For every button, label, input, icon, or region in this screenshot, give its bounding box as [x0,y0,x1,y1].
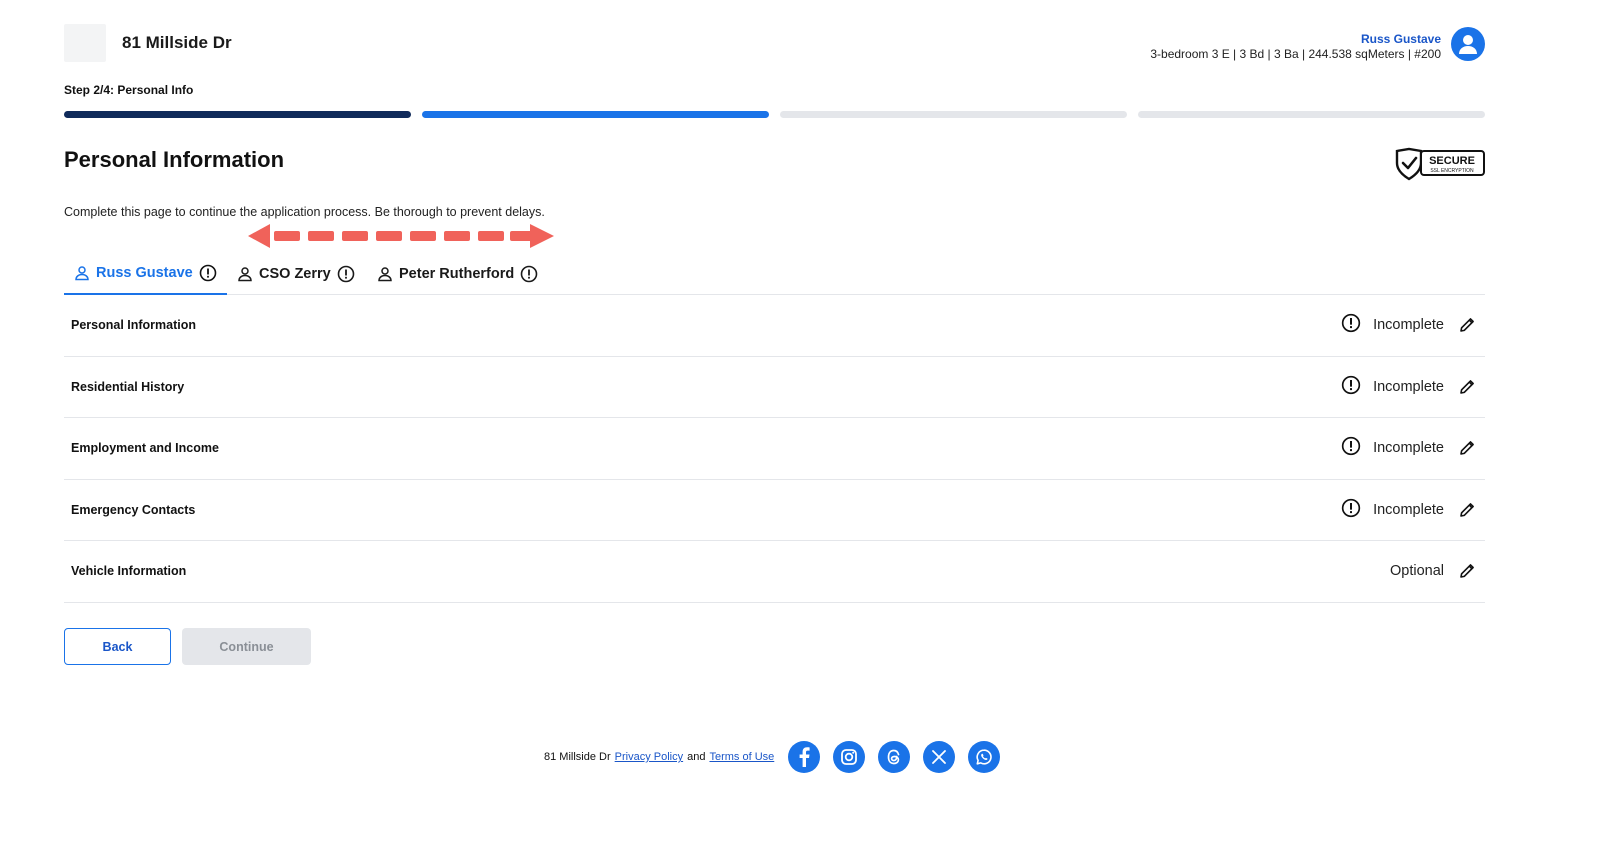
privacy-policy-link[interactable]: Privacy Policy [615,751,683,763]
warning-icon [199,264,217,282]
social-links [788,741,1001,773]
section-row-emergency-contacts[interactable]: Emergency Contacts Incomplete [64,480,1485,541]
person-icon [74,265,90,281]
warning-icon [1341,375,1361,399]
section-title: Personal Information [71,318,197,333]
edit-pencil-icon[interactable] [1456,314,1478,336]
applicant-tabs: Russ Gustave CSO Zerry Peter Rutherford [64,252,1485,295]
footer-property-name: 81 Millside Dr [544,751,611,763]
section-row-vehicle-information[interactable]: Vehicle Information Optional [64,541,1485,603]
unit-details: 3-bedroom 3 E | 3 Bd | 3 Ba | 244.538 sq… [1150,47,1441,61]
status-text: Incomplete [1373,378,1444,395]
threads-icon[interactable] [878,741,911,773]
section-list: Personal Information Incomplete Resident… [64,295,1485,603]
warning-icon [337,265,355,283]
warning-icon [520,265,538,283]
terms-of-use-link[interactable]: Terms of Use [709,751,774,763]
status-badge: Incomplete [1341,375,1444,399]
tab-cso-zerry[interactable]: CSO Zerry [227,252,365,295]
edit-pencil-icon[interactable] [1456,376,1478,398]
page-title: Personal Information [64,147,285,172]
section-row-employment-and-income[interactable]: Employment and Income Incomplete [64,418,1485,480]
tab-peter-rutherford[interactable]: Peter Rutherford [367,252,548,295]
footer-and-text: and [687,751,706,763]
step-label: Step 2/4: Personal Info [64,83,194,97]
step-progress-bar [64,111,1485,118]
edit-pencil-icon[interactable] [1456,437,1478,459]
warning-icon [1341,313,1361,337]
status-text: Optional [1389,563,1444,580]
page-subtitle: Complete this page to continue the appli… [64,205,545,219]
tab-label: Russ Gustave [96,264,193,281]
section-row-personal-information[interactable]: Personal Information Incomplete [64,295,1485,357]
warning-icon [1341,436,1361,460]
section-title: Vehicle Information [71,564,187,579]
section-title: Residential History [71,379,185,394]
status-badge: Incomplete [1341,313,1444,337]
secure-badge-subtext: SSL ENCRYPTION [1430,168,1474,174]
warning-icon [1341,498,1361,522]
scroll-hint-arrow [248,224,554,248]
continue-button[interactable]: Continue [182,628,311,665]
edit-pencil-icon[interactable] [1456,499,1478,521]
footer: 81 Millside Dr Privacy Policy and Terms … [544,741,1001,773]
section-row-residential-history[interactable]: Residential History Incomplete [64,357,1485,418]
back-button[interactable]: Back [64,628,171,665]
tab-label: CSO Zerry [259,265,331,282]
secure-badge-text: SECURE [1429,155,1475,167]
status-badge: Optional [1390,563,1444,579]
status-text: Incomplete [1373,501,1444,518]
tab-label: Peter Rutherford [399,265,515,282]
status-text: Incomplete [1373,317,1444,334]
tab-russ-gustave[interactable]: Russ Gustave [64,252,227,295]
user-name[interactable]: Russ Gustave [1150,32,1441,47]
section-title: Employment and Income [71,441,219,456]
facebook-icon[interactable] [788,741,821,773]
person-icon [377,266,393,282]
property-logo [64,24,106,62]
property-name: 81 Millside Dr [122,33,232,52]
whatsapp-icon[interactable] [968,741,1001,773]
user-info: Russ Gustave 3-bedroom 3 E | 3 Bd | 3 Ba… [1150,32,1441,62]
instagram-icon[interactable] [833,741,866,773]
edit-pencil-icon[interactable] [1456,560,1478,582]
status-text: Incomplete [1373,440,1444,457]
secure-ssl-badge: SECURE SSL ENCRYPTION [1394,147,1486,181]
status-badge: Incomplete [1341,498,1444,522]
status-badge: Incomplete [1341,436,1444,460]
x-icon[interactable] [923,741,956,773]
app-header: 81 Millside Dr Russ Gustave 3-bedroom 3 … [64,24,1485,64]
section-title: Emergency Contacts [71,502,196,517]
progress-segment-1 [64,111,411,118]
person-icon [237,266,253,282]
progress-segment-2 [422,111,769,118]
user-avatar-icon[interactable] [1451,27,1485,61]
progress-segment-4 [1138,111,1485,118]
progress-segment-3 [780,111,1127,118]
